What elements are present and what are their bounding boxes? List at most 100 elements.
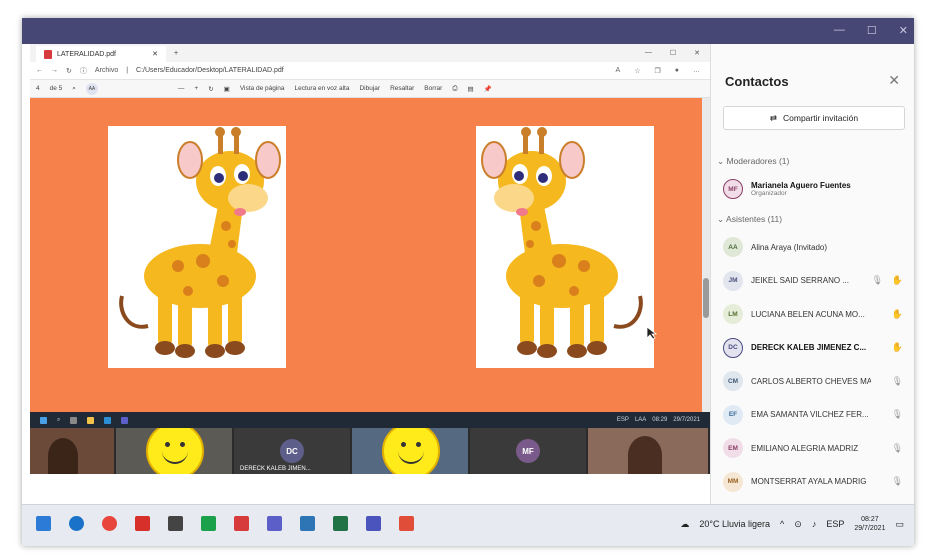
close-icon[interactable]: ✕ xyxy=(899,24,908,37)
pin-icon[interactable]: 📌 xyxy=(484,85,492,93)
moderator-item[interactable]: MF Marianela Aguero Fuentes Organizador xyxy=(723,176,907,202)
zoom-out-icon[interactable]: — xyxy=(178,85,185,92)
attendee-item[interactable]: AA Alina Araya (Invitado) xyxy=(723,234,907,260)
mic-off-icon: 🎙 xyxy=(891,375,903,386)
attendees-section[interactable]: ⌄ Asistentes (11) xyxy=(717,214,782,225)
taskbar-lang[interactable]: ESP xyxy=(826,519,844,529)
tool-highlight[interactable]: Resaltar xyxy=(390,85,414,92)
app-icon[interactable] xyxy=(333,516,348,531)
maximize-icon[interactable]: ☐ xyxy=(867,24,877,37)
read-aloud-icon[interactable]: A xyxy=(616,67,621,75)
tool-draw[interactable]: Dibujar xyxy=(359,85,380,92)
browser-tab[interactable]: LATERALIDAD.pdf ✕ xyxy=(36,46,166,62)
avatar: EF xyxy=(723,404,743,425)
back-icon[interactable]: ← xyxy=(36,67,43,74)
pdf-scrollbar[interactable] xyxy=(702,98,710,412)
attendee-item[interactable]: LM LUCIANA BELEN ACUNA MO... ✋ xyxy=(723,301,907,327)
edge-icon xyxy=(104,416,112,424)
share-invite-button[interactable]: ⇄ Compartir invitación xyxy=(723,106,905,130)
start-icon[interactable] xyxy=(36,516,51,531)
store-icon[interactable] xyxy=(168,516,183,531)
new-tab-icon[interactable]: + xyxy=(174,50,178,57)
folder-icon xyxy=(87,416,95,424)
clock[interactable]: 08:27 29/7/2021 xyxy=(854,515,885,533)
contacts-panel: Contactos ✕ ⇄ Compartir invitación ⌄ Mod… xyxy=(710,44,914,525)
video-tile[interactable] xyxy=(588,428,708,474)
tool-read-aloud[interactable]: Lectura en voz alta xyxy=(295,85,350,92)
inner-lang: ESP xyxy=(616,417,629,423)
print-icon[interactable]: ⎙ xyxy=(452,85,457,93)
search-icon[interactable]: ⌕ xyxy=(72,85,76,93)
maximize-icon[interactable]: ☐ xyxy=(670,49,676,57)
attendee-item[interactable]: EM EMILIANO ALEGRIA MADRIZ 🎙 xyxy=(723,435,907,461)
moderator-role: Organizador xyxy=(751,190,787,197)
collections-icon[interactable]: ❐ xyxy=(654,67,660,75)
rotate-icon[interactable]: ↻ xyxy=(208,85,213,93)
url-field[interactable]: C:/Users/Educador/Desktop/LATERALIDAD.pd… xyxy=(136,67,284,74)
excel-icon[interactable] xyxy=(201,516,216,531)
video-tile[interactable]: MF xyxy=(470,428,586,474)
inner-time: 08:29 xyxy=(652,417,668,423)
more-icon[interactable]: … xyxy=(693,67,700,75)
refresh-icon[interactable]: ↻ xyxy=(66,67,72,75)
attendee-name: EMILIANO ALEGRIA MADRIZ xyxy=(751,443,859,453)
attendee-item[interactable]: CM CARLOS ALBERTO CHEVES MA 🎙 xyxy=(723,368,907,394)
profile-icon[interactable]: ● xyxy=(675,67,679,75)
attendee-item[interactable]: JM JEIKEL SAID SERRANO ... 🎙 ✋ xyxy=(723,268,907,294)
giraffe-illustration xyxy=(119,127,281,358)
video-tile[interactable]: DC DERECK KALEB JIMEN... xyxy=(234,428,350,474)
read-mode-icon[interactable]: AA xyxy=(85,82,98,95)
info-icon: ⓘ xyxy=(79,67,87,75)
minimize-icon[interactable]: — xyxy=(645,49,652,57)
address-prefix: Archivo xyxy=(94,67,119,74)
weather-text[interactable]: 20°C Lluvia ligera xyxy=(699,519,770,529)
zoom-in-icon[interactable]: + xyxy=(194,85,198,92)
attendee-name: Alina Araya (Invitado) xyxy=(751,242,828,252)
close-icon[interactable]: ✕ xyxy=(888,72,900,89)
share-icon: ⇄ xyxy=(769,112,777,123)
attendee-name: CARLOS ALBERTO CHEVES MA xyxy=(751,376,871,386)
video-tile[interactable] xyxy=(116,428,232,474)
app-icon[interactable] xyxy=(399,516,414,531)
tool-erase[interactable]: Borrar xyxy=(424,85,442,92)
forward-icon[interactable]: → xyxy=(51,67,58,74)
panel-title: Contactos xyxy=(725,74,789,89)
save-icon[interactable]: ▤ xyxy=(468,85,474,93)
attendee-name: DERECK KALEB JIMENEZ C... xyxy=(751,343,867,352)
edge-icon[interactable] xyxy=(69,516,84,531)
favorite-icon[interactable]: ☆ xyxy=(634,67,640,75)
volume-icon[interactable]: ♪ xyxy=(812,519,817,529)
pdf-icon[interactable] xyxy=(234,516,249,531)
moderators-section[interactable]: ⌄ Moderadores (1) xyxy=(717,156,789,167)
network-icon[interactable]: ⊙ xyxy=(794,519,802,530)
close-icon[interactable]: ✕ xyxy=(694,49,700,57)
page-total: de 5 xyxy=(49,85,63,92)
page-current[interactable]: 4 xyxy=(36,85,40,92)
pdf-toolbar: 4 de 5 ⌕ AA — + ↻ ▣ Vista de página Lect… xyxy=(30,80,710,98)
attendee-name: MONTSERRAT AYALA MADRIG xyxy=(751,477,867,486)
teams-alt-icon[interactable] xyxy=(366,516,381,531)
minimize-icon[interactable]: — xyxy=(834,24,845,37)
raised-hand-icon: ✋ xyxy=(891,308,903,319)
cursor-icon xyxy=(646,326,658,340)
address-bar: ← → ↻ ⓘ Archivo | C:/Users/Educador/Desk… xyxy=(30,62,710,80)
inner-lang2: LAA xyxy=(634,417,647,423)
shared-screen: LATERALIDAD.pdf ✕ + — ☐ ✕ ← → ↻ ⓘ Archiv… xyxy=(30,44,710,474)
scrollbar-thumb[interactable] xyxy=(703,278,709,318)
tab-close-icon[interactable]: ✕ xyxy=(152,50,158,58)
word-icon[interactable] xyxy=(300,516,315,531)
notification-icon[interactable]: ▭ xyxy=(895,519,904,530)
attendee-item[interactable]: DC DERECK KALEB JIMENEZ C... ✋ xyxy=(723,335,907,361)
chrome-icon[interactable] xyxy=(102,516,117,531)
chevron-up-icon[interactable]: ^ xyxy=(780,519,784,529)
smiley-sticker xyxy=(146,428,204,474)
attendee-item[interactable]: EF EMA SAMANTA VILCHEZ FER... 🎙 xyxy=(723,402,907,428)
video-tile[interactable] xyxy=(352,428,468,474)
attendee-item[interactable]: MM MONTSERRAT AYALA MADRIG 🎙 xyxy=(723,469,907,495)
fit-icon[interactable]: ▣ xyxy=(224,85,230,93)
video-strip: DC DERECK KALEB JIMEN... MF xyxy=(30,428,710,474)
netflix-icon[interactable] xyxy=(135,516,150,531)
tool-page-view[interactable]: Vista de página xyxy=(240,85,285,92)
video-tile[interactable] xyxy=(30,428,114,474)
teams-icon[interactable] xyxy=(267,516,282,531)
